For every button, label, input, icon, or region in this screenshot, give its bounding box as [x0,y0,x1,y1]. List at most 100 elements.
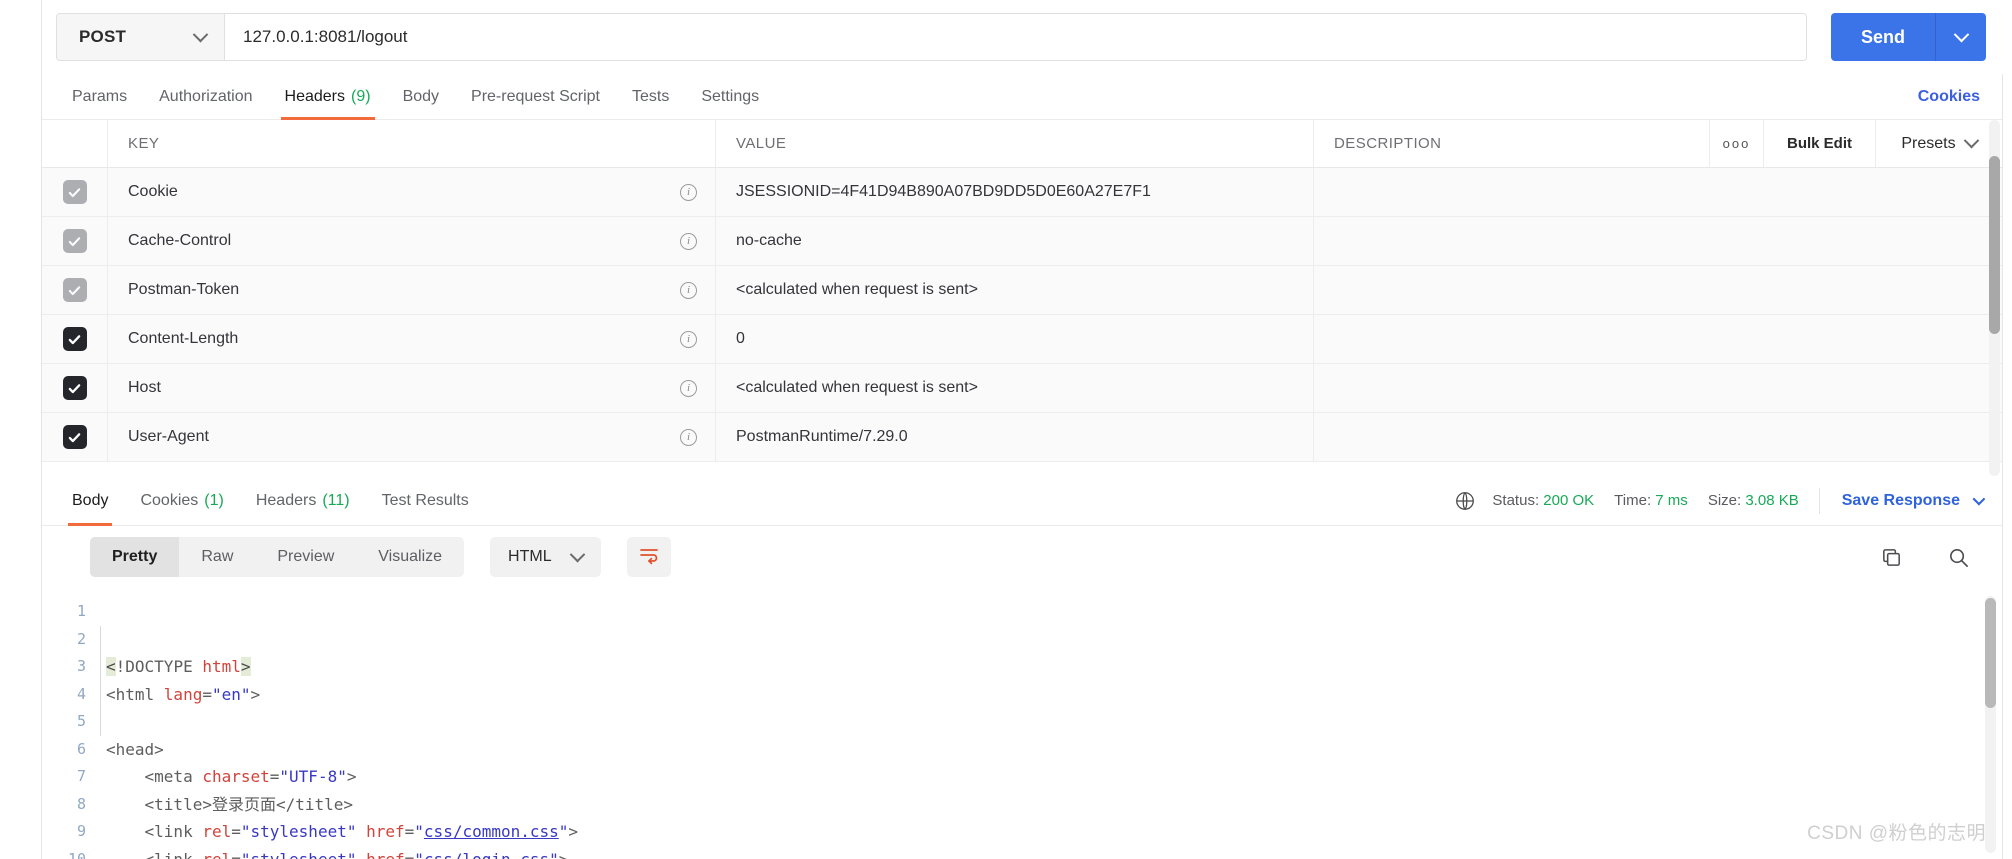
row-checkbox[interactable] [62,278,87,302]
tab-headers[interactable]: Headers (9) [269,74,387,120]
headers-table: KEY VALUE DESCRIPTION ooo Bulk Edit Pres… [42,120,2002,476]
row-value-cell[interactable]: JSESSIONID=4F41D94B890A07BD9DD5D0E60A27E… [716,168,1314,216]
row-description-cell[interactable] [1314,315,2002,363]
row-value-text: <calculated when request is sent> [736,281,978,298]
header-col-key: KEY [108,120,716,167]
http-method-select[interactable]: POST [57,14,225,60]
row-description-cell[interactable] [1314,266,2002,314]
more-options-button[interactable]: ooo [1710,120,1764,167]
code-content[interactable]: <!DOCTYPE html> <html lang="en"> <head> … [100,598,2002,859]
code-fold-rail [100,625,101,736]
tab-body[interactable]: Body [387,74,455,120]
row-description-cell[interactable] [1314,168,2002,216]
row-value-cell[interactable]: PostmanRuntime/7.29.0 [716,413,1314,461]
cookies-link[interactable]: Cookies [1918,88,1980,106]
info-icon[interactable]: i [680,428,697,446]
row-description-cell[interactable] [1314,364,2002,412]
row-key-cell[interactable]: Cookie i [108,168,716,216]
table-row[interactable]: Cache-Control i no-cache [42,217,2002,266]
view-pretty[interactable]: Pretty [90,537,180,577]
row-value-cell[interactable]: <calculated when request is sent> [716,266,1314,314]
presets-button[interactable]: Presets [1876,120,2002,167]
response-tab-body[interactable]: Body [56,476,124,526]
table-row[interactable]: Cookie i JSESSIONID=4F41D94B890A07BD9DD5… [42,168,2002,217]
table-row[interactable]: Content-Length i 0 [42,315,2002,364]
tab-settings[interactable]: Settings [685,74,775,120]
tab-params[interactable]: Params [56,74,143,120]
response-tab-test-results[interactable]: Test Results [366,476,485,526]
row-key-text: Cookie [128,183,178,200]
code-line-5: <meta charset="UTF-8"> [106,767,357,786]
url-input[interactable]: 127.0.0.1:8081/logout [225,14,1806,60]
url-input-group: POST 127.0.0.1:8081/logout [56,13,1807,61]
response-body-code[interactable]: 1 2 3 4 5 6 7 8 9 10 <!DOCTYPE html> <ht… [42,588,2002,859]
response-tab-headers[interactable]: Headers (11) [240,476,366,526]
row-checkbox[interactable] [62,180,87,204]
view-visualize[interactable]: Visualize [356,537,464,577]
row-value-text: no-cache [736,232,802,249]
row-key-cell[interactable]: Cache-Control i [108,217,716,265]
table-row[interactable]: User-Agent i PostmanRuntime/7.29.0 [42,413,2002,462]
chevron-down-icon [1963,132,1979,149]
row-checkbox[interactable] [62,229,87,253]
tab-pre-request-script[interactable]: Pre-request Script [455,74,616,120]
row-checkbox-cell[interactable] [42,217,108,265]
row-value-cell[interactable]: <calculated when request is sent> [716,364,1314,412]
row-checkbox-cell[interactable] [42,364,108,412]
send-button[interactable]: Send [1830,13,1936,61]
copy-icon[interactable] [1880,546,1903,569]
code-line-8: <link rel="stylesheet" href="css/login.c… [106,849,569,859]
row-value-cell[interactable]: no-cache [716,217,1314,265]
info-icon[interactable]: i [680,232,697,250]
row-value-text: PostmanRuntime/7.29.0 [736,428,908,445]
row-key-cell[interactable]: User-Agent i [108,413,716,461]
row-checkbox[interactable] [62,376,87,400]
info-icon[interactable]: i [680,183,697,201]
row-value-cell[interactable]: 0 [716,315,1314,363]
row-key-cell[interactable]: Content-Length i [108,315,716,363]
row-key-cell[interactable]: Host i [108,364,716,412]
tab-authorization[interactable]: Authorization [143,74,268,120]
url-bar-row: POST 127.0.0.1:8081/logout Send [42,0,2012,74]
tab-count: (1) [204,491,224,509]
tab-label: Test Results [381,491,469,509]
row-checkbox-cell[interactable] [42,315,108,363]
format-select[interactable]: HTML [490,537,601,577]
time-value: 7 ms [1655,492,1688,509]
row-checkbox-cell[interactable] [42,168,108,216]
size-value: 3.08 KB [1745,492,1799,509]
view-raw[interactable]: Raw [179,537,255,577]
code-scrollbar-thumb[interactable] [1985,598,1996,708]
header-col-value: VALUE [716,120,1314,167]
url-text: 127.0.0.1:8081/logout [243,27,408,46]
search-icon[interactable] [1947,546,1970,569]
row-description-cell[interactable] [1314,217,2002,265]
send-button-group: Send [1830,13,1986,61]
row-key-cell[interactable]: Postman-Token i [108,266,716,314]
row-checkbox-cell[interactable] [42,413,108,461]
status-label: Status: [1492,492,1540,509]
globe-icon [1454,490,1476,512]
chevron-down-icon [192,26,209,42]
row-checkbox[interactable] [62,327,87,351]
info-icon[interactable]: i [680,330,697,348]
save-response-button[interactable]: Save Response [1842,492,1986,510]
header-col-checkbox [42,120,108,167]
tab-label: Cookies [140,491,199,509]
headers-scrollbar-thumb[interactable] [1989,156,2000,334]
row-checkbox[interactable] [62,425,87,449]
send-options-button[interactable] [1936,13,1986,61]
row-description-cell[interactable] [1314,413,2002,461]
tab-tests[interactable]: Tests [616,74,685,120]
response-tab-cookies[interactable]: Cookies (1) [124,476,239,526]
info-icon[interactable]: i [680,281,697,299]
divider [1818,487,1820,514]
bulk-edit-button[interactable]: Bulk Edit [1764,120,1876,167]
table-row[interactable]: Host i <calculated when request is sent> [42,364,2002,413]
info-icon[interactable]: i [680,379,697,397]
text-wrap-button[interactable] [626,537,671,577]
view-preview[interactable]: Preview [255,537,356,577]
time-label: Time: [1614,492,1652,509]
table-row[interactable]: Postman-Token i <calculated when request… [42,266,2002,315]
row-checkbox-cell[interactable] [42,266,108,314]
